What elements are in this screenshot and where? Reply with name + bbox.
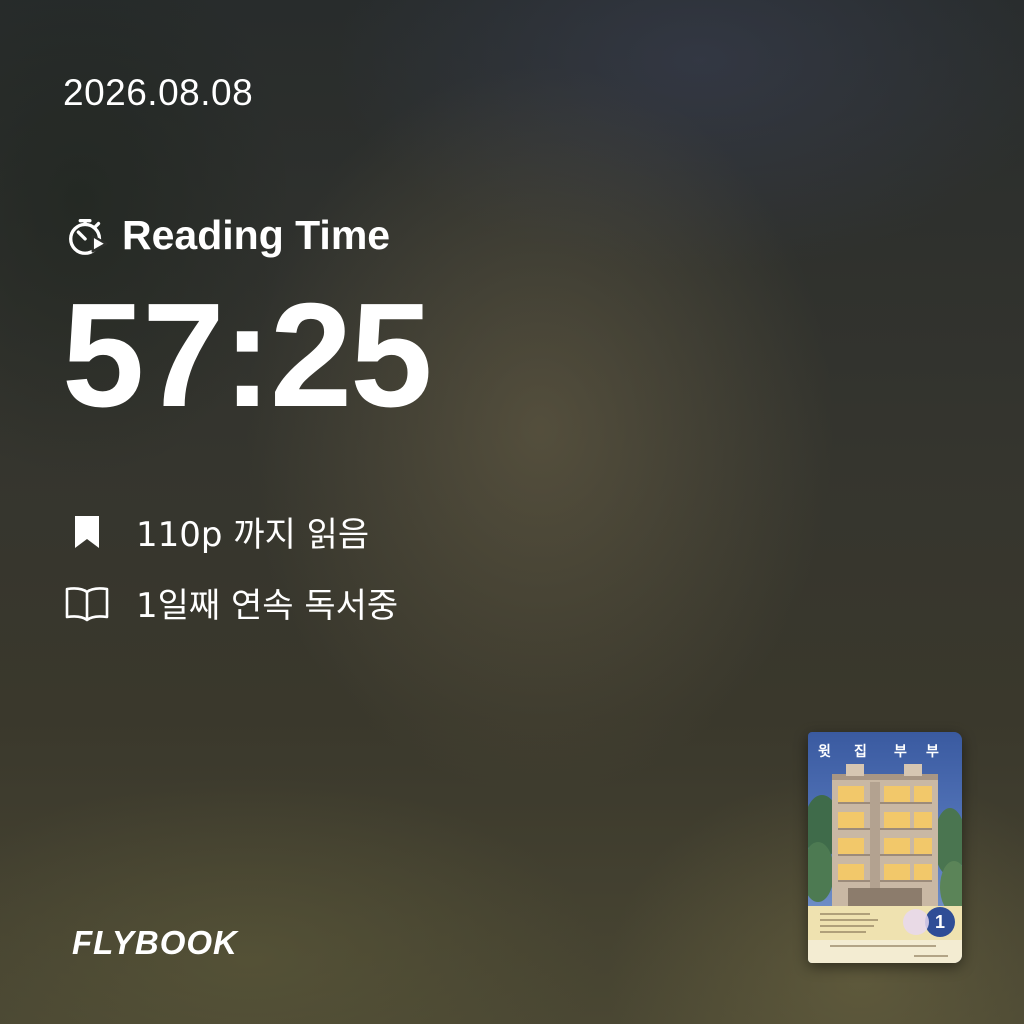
reading-time-header: Reading Time [64,212,390,259]
book-title-char-3: 부 [894,744,907,760]
reading-time-label: Reading Time [122,212,391,258]
pages-read-row: 110p 까지 읽음 [64,507,369,556]
pages-read-text: 110p 까지 읽음 [136,515,370,555]
reading-time-value: 57:25 [62,273,433,438]
book-badge-number: 1 [935,912,945,932]
flybook-logo: FLYBOOK [72,924,238,961]
reading-streak-text: 1일째 연속 독서중 [136,586,399,626]
book-title-char-1: 윗 [818,744,831,760]
book-title-char-4: 부 [926,744,939,760]
reading-streak-row: 1일째 연속 독서중 [64,578,398,627]
open-book-icon [65,586,109,621]
book-cover: 윗 집 부 부 1 [808,732,962,963]
stopwatch-play-icon [69,218,108,255]
session-date: 2026.08.08 [63,72,254,113]
book-title-char-2: 집 [854,743,867,760]
bookmark-icon [75,515,99,548]
